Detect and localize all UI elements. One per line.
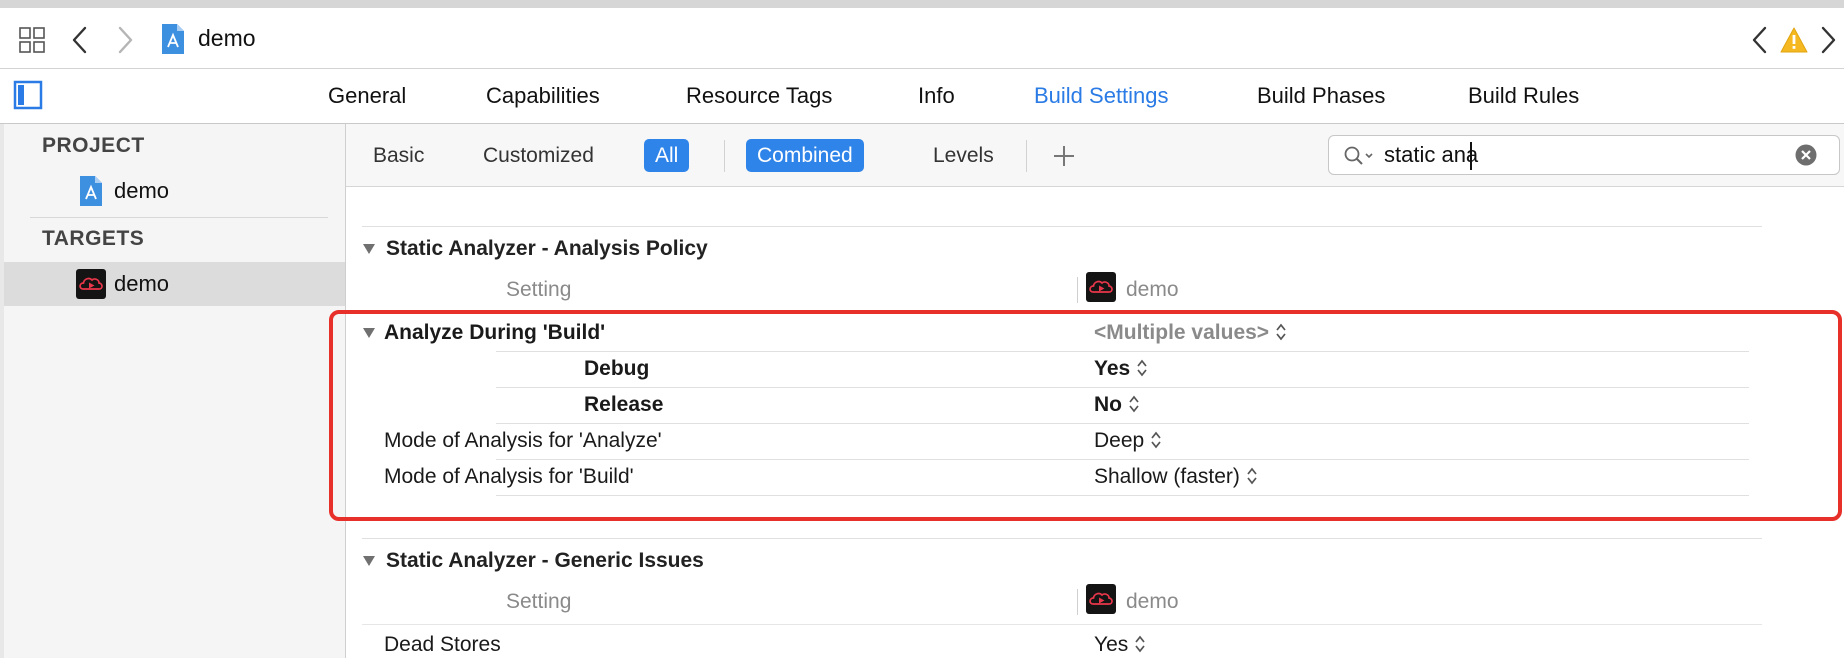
previous-issue-icon[interactable] xyxy=(1750,25,1770,55)
row-divider xyxy=(496,387,1749,388)
section-divider xyxy=(362,538,1762,539)
row-divider xyxy=(496,459,1749,460)
next-issue-icon[interactable] xyxy=(1818,25,1838,55)
search-field[interactable] xyxy=(1328,135,1840,175)
target-item-demo[interactable]: demo xyxy=(4,262,345,306)
filter-combined-button[interactable]: Combined xyxy=(746,139,864,172)
setting-value: Yes xyxy=(1094,357,1131,380)
setting-label: Release xyxy=(584,393,664,416)
row-divider xyxy=(496,351,1749,352)
section-divider xyxy=(362,226,1762,227)
project-heading: PROJECT xyxy=(42,134,145,157)
build-settings-filter-bar: Basic Customized All Combined Levels xyxy=(346,124,1844,187)
disclosure-triangle-icon[interactable] xyxy=(362,243,376,255)
setting-column-header: Setting xyxy=(506,590,572,613)
build-settings-content: Static Analyzer - Analysis Policy Settin… xyxy=(346,187,1844,658)
setting-value-selector[interactable]: Shallow (faster) xyxy=(1094,465,1258,489)
related-items-icon[interactable] xyxy=(19,27,45,53)
setting-column-header: Setting xyxy=(506,278,572,301)
column-separator xyxy=(1077,589,1078,615)
filter-levels-button[interactable]: Levels xyxy=(922,139,1005,172)
project-item-label: demo xyxy=(114,178,170,203)
setting-label: Analyze During 'Build' xyxy=(384,321,606,344)
stepper-arrows-icon xyxy=(1135,635,1145,653)
project-icon xyxy=(80,176,102,206)
stepper-arrows-icon xyxy=(1151,431,1161,449)
setting-label: Mode of Analysis for 'Analyze' xyxy=(384,429,662,452)
section-title: Static Analyzer - Analysis Policy xyxy=(386,237,708,260)
setting-value: No xyxy=(1094,393,1122,416)
disclosure-triangle-icon[interactable] xyxy=(362,327,376,339)
stepper-arrows-icon xyxy=(1137,359,1147,377)
tab-info[interactable]: Info xyxy=(918,83,955,109)
back-icon[interactable] xyxy=(70,25,90,55)
text-caret xyxy=(1470,142,1472,170)
editor-tab-bar: General Capabilities Resource Tags Info … xyxy=(0,69,1844,124)
stepper-arrows-icon xyxy=(1247,467,1257,485)
tab-build-settings[interactable]: Build Settings xyxy=(1034,83,1169,109)
filter-separator xyxy=(1026,140,1027,172)
sidebar-toggle-icon[interactable] xyxy=(13,80,43,110)
app-target-icon xyxy=(1086,584,1116,614)
section-title: Static Analyzer - Generic Issues xyxy=(386,549,704,572)
stepper-arrows-icon xyxy=(1276,323,1286,341)
target-column-header: demo xyxy=(1126,590,1179,613)
setting-value-selector[interactable]: Yes xyxy=(1094,633,1146,657)
setting-value-selector[interactable]: <Multiple values> xyxy=(1094,321,1287,345)
setting-value-selector[interactable]: Deep xyxy=(1094,429,1162,453)
row-divider xyxy=(496,423,1749,424)
search-icon[interactable] xyxy=(1343,145,1375,167)
forward-icon[interactable] xyxy=(115,25,135,55)
tab-resource-tags[interactable]: Resource Tags xyxy=(686,83,832,109)
target-item-label: demo xyxy=(114,271,170,296)
disclosure-triangle-icon[interactable] xyxy=(362,555,376,567)
column-separator xyxy=(1077,277,1078,303)
setting-label: Dead Stores xyxy=(384,633,501,656)
window-top-strip xyxy=(0,0,1844,8)
setting-value: Deep xyxy=(1094,429,1145,452)
row-divider xyxy=(496,495,1749,496)
project-icon xyxy=(162,24,184,54)
tab-build-rules[interactable]: Build Rules xyxy=(1468,83,1579,109)
tab-general[interactable]: General xyxy=(328,83,406,109)
tab-build-phases[interactable]: Build Phases xyxy=(1257,83,1385,109)
add-setting-icon[interactable] xyxy=(1052,144,1076,168)
warning-icon[interactable] xyxy=(1779,26,1809,54)
target-column-header: demo xyxy=(1126,278,1179,301)
clear-search-icon[interactable] xyxy=(1795,144,1817,166)
sidebar-divider xyxy=(30,217,328,218)
tab-capabilities[interactable]: Capabilities xyxy=(486,83,600,109)
setting-value: <Multiple values> xyxy=(1094,321,1270,344)
row-divider xyxy=(362,312,1762,313)
setting-value: Yes xyxy=(1094,633,1129,656)
breadcrumb[interactable]: demo xyxy=(198,25,256,52)
filter-customized-button[interactable]: Customized xyxy=(472,139,605,172)
project-item-demo[interactable]: demo xyxy=(4,169,345,213)
filter-separator xyxy=(724,140,725,172)
jump-bar: demo xyxy=(0,8,1844,69)
row-divider xyxy=(362,624,1762,625)
app-target-icon xyxy=(76,269,106,299)
stepper-arrows-icon xyxy=(1129,395,1139,413)
setting-value-selector[interactable]: No xyxy=(1094,393,1140,417)
search-input[interactable] xyxy=(1384,141,1784,169)
app-target-icon xyxy=(1086,272,1116,302)
setting-value: Shallow (faster) xyxy=(1094,465,1240,488)
setting-value-selector[interactable]: Yes xyxy=(1094,357,1148,381)
setting-label: Mode of Analysis for 'Build' xyxy=(384,465,634,488)
setting-label: Debug xyxy=(584,357,650,380)
filter-basic-button[interactable]: Basic xyxy=(362,139,435,172)
targets-heading: TARGETS xyxy=(42,227,145,250)
project-target-list: PROJECT demo TARGETS demo xyxy=(0,124,346,658)
filter-all-button[interactable]: All xyxy=(644,139,690,172)
